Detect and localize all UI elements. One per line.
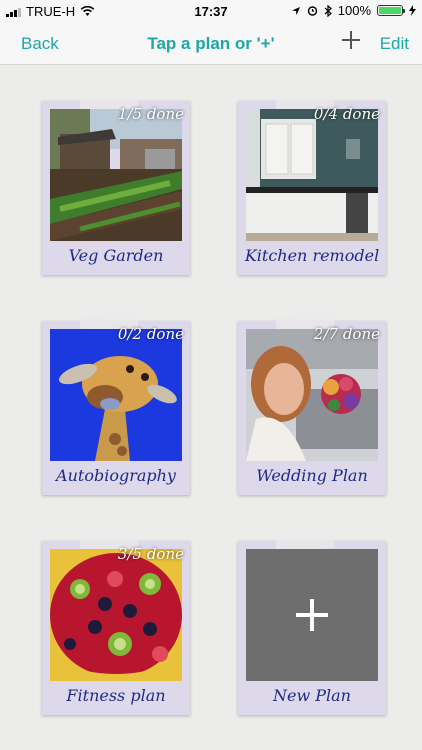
plan-card-autobiography[interactable]: 0/2 done Autobiography xyxy=(42,311,190,495)
add-plan-button[interactable] xyxy=(339,28,363,52)
alarm-icon xyxy=(307,6,317,16)
plan-name: Kitchen remodel xyxy=(244,246,380,265)
plan-photo xyxy=(50,549,182,681)
plan-photo xyxy=(246,109,378,241)
plan-progress: 0/2 done xyxy=(117,325,184,343)
plan-photo xyxy=(50,109,182,241)
plan-card-wedding-plan[interactable]: 2/7 done Wedding Plan xyxy=(238,311,386,495)
plan-card-fitness-plan[interactable]: 3/5 done Fitness plan xyxy=(42,531,190,715)
edit-button[interactable]: Edit xyxy=(380,34,409,54)
plan-card-veg-garden[interactable]: 1/5 done Veg Garden xyxy=(42,91,190,275)
plan-name: Fitness plan xyxy=(66,686,166,705)
new-plan-card[interactable]: New Plan xyxy=(238,531,386,715)
plan-name: Wedding Plan xyxy=(256,466,368,485)
plan-grid: 1/5 done Veg Garden 0/4 done Kitchen rem… xyxy=(0,65,422,750)
battery-percent: 100% xyxy=(337,3,371,18)
new-plan-placeholder xyxy=(246,549,378,681)
plan-photo xyxy=(50,329,182,461)
status-bar: TRUE-H 17:37 100% xyxy=(0,0,422,22)
plan-name: Autobiography xyxy=(56,466,176,485)
plan-card-kitchen-remodel[interactable]: 0/4 done Kitchen remodel xyxy=(238,91,386,275)
plus-icon xyxy=(296,599,328,631)
battery-icon xyxy=(377,5,405,16)
plan-progress: 1/5 done xyxy=(117,105,184,123)
plan-progress: 3/5 done xyxy=(117,545,184,563)
plan-progress: 2/7 done xyxy=(313,325,380,343)
charging-icon xyxy=(409,5,416,16)
bluetooth-icon xyxy=(324,4,332,17)
plan-photo xyxy=(246,329,378,461)
status-right: 100% xyxy=(291,3,416,18)
plan-progress: 0/4 done xyxy=(313,105,380,123)
plan-name: New Plan xyxy=(273,686,351,705)
plan-name: Veg Garden xyxy=(68,246,164,265)
location-icon xyxy=(291,6,300,15)
nav-bar: Back Tap a plan or '+' Edit xyxy=(0,22,422,65)
